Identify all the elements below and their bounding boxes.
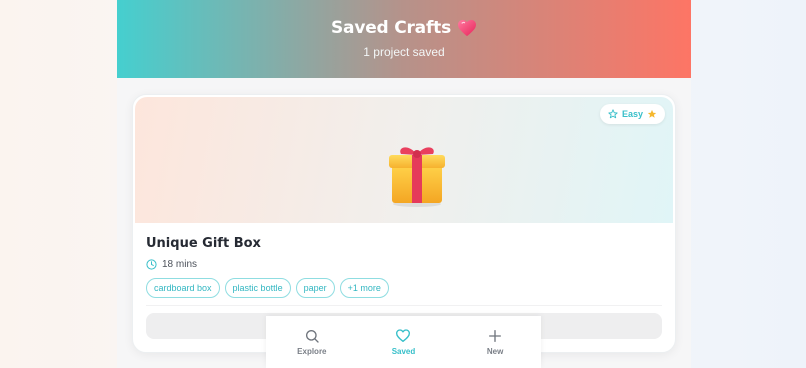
duration-text: 18 mins: [162, 259, 198, 270]
saved-count: 1 project saved: [363, 45, 445, 59]
tag-cardboard-box[interactable]: cardboard box: [146, 278, 220, 298]
nav-explore-label: Explore: [297, 347, 327, 356]
craft-duration: 18 mins: [146, 259, 197, 270]
heart-emoji-icon: [458, 19, 476, 37]
page-header: Saved Crafts 1 project saved: [117, 0, 691, 78]
tag-plastic-bottle[interactable]: plastic bottle: [224, 278, 291, 298]
bottom-nav: Explore Saved New: [266, 316, 541, 368]
craft-image[interactable]: Easy: [135, 97, 673, 223]
page-title: Saved Crafts: [331, 18, 451, 38]
clock-icon: [146, 259, 157, 270]
craft-title[interactable]: Unique Gift Box: [146, 236, 261, 251]
difficulty-badge: Easy: [599, 104, 665, 124]
plus-icon: [489, 330, 502, 342]
search-icon: [305, 330, 319, 343]
app-screen: Saved Crafts 1 project saved Easy Unique…: [117, 0, 691, 368]
tag-paper[interactable]: paper: [295, 278, 335, 298]
nav-new-label: New: [486, 347, 504, 356]
divider: [146, 305, 662, 306]
nav-new[interactable]: New: [460, 328, 530, 356]
difficulty-label: Easy: [621, 109, 643, 119]
title-row: Saved Crafts: [117, 18, 691, 38]
heart-icon: [396, 329, 411, 342]
nav-explore[interactable]: Explore: [277, 328, 347, 356]
nav-saved-label: Saved: [391, 347, 416, 356]
craft-card[interactable]: Easy Unique Gift Box 18 mins cardboard b…: [132, 94, 676, 353]
star-outline-icon: [608, 109, 618, 119]
gift-icon: [389, 147, 445, 207]
material-tags: cardboard box plastic bottle paper +1 mo…: [146, 278, 389, 298]
tag-more[interactable]: +1 more: [339, 278, 389, 298]
nav-saved[interactable]: Saved: [368, 328, 438, 356]
star-emoji-icon: [647, 109, 657, 119]
